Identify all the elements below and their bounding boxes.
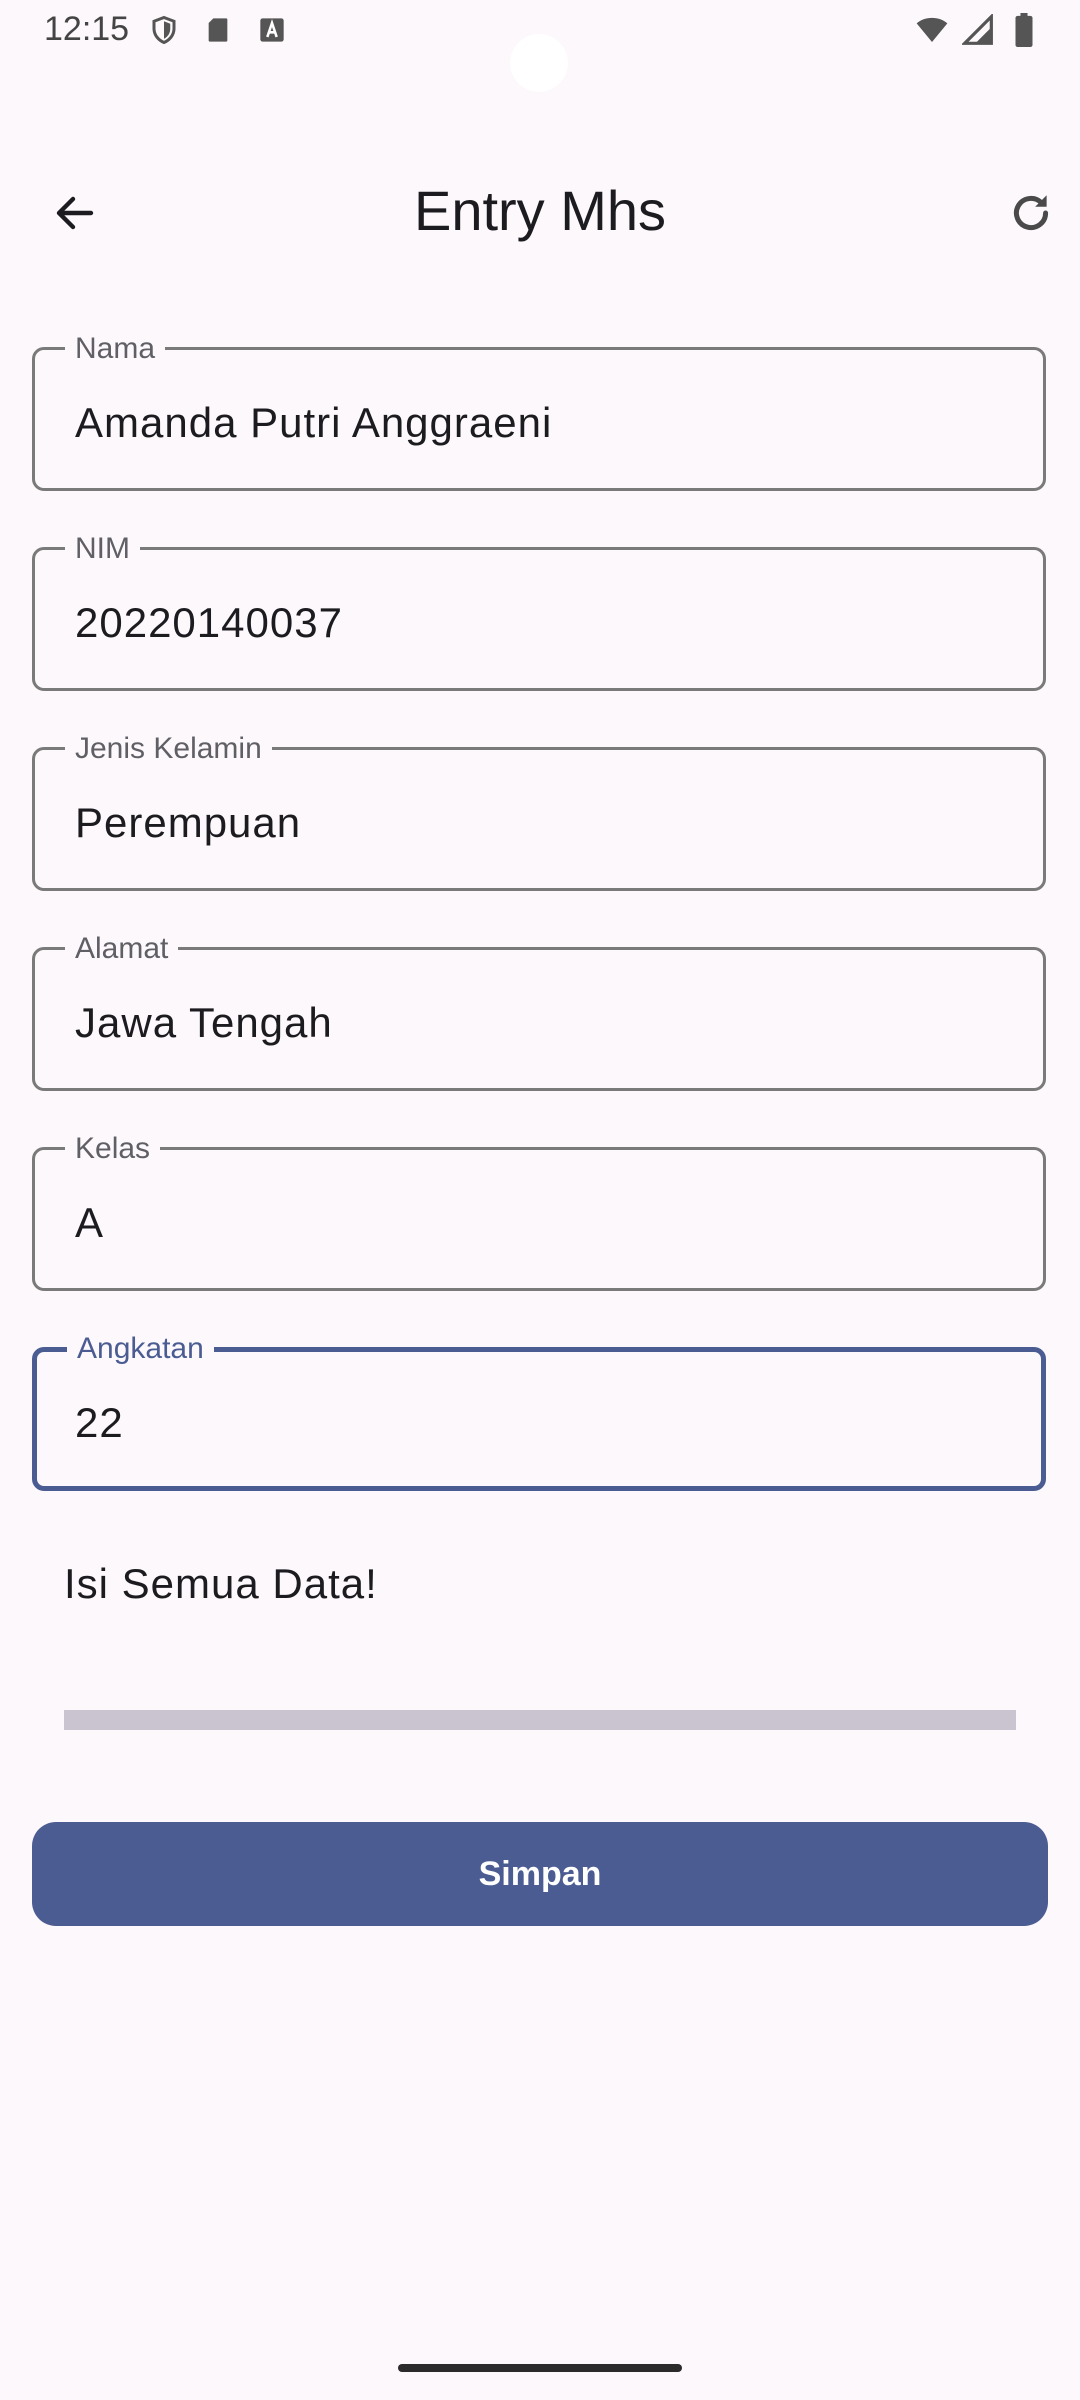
home-indicator[interactable] bbox=[398, 2364, 682, 2372]
alamat-input[interactable] bbox=[75, 996, 1013, 1050]
battery-icon bbox=[1008, 13, 1040, 47]
field-label-kelas: Kelas bbox=[65, 1132, 161, 1166]
sd-card-icon bbox=[202, 14, 234, 46]
angkatan-input[interactable] bbox=[75, 1396, 1011, 1450]
save-button[interactable]: Simpan bbox=[32, 1822, 1048, 1926]
page-title: Entry Mhs bbox=[413, 179, 667, 242]
refresh-icon bbox=[1006, 188, 1056, 243]
nim-input[interactable] bbox=[75, 596, 1013, 650]
field-label-nama: Nama bbox=[65, 332, 166, 366]
shield-icon bbox=[148, 14, 180, 46]
top-app-bar: Entry Mhs bbox=[0, 150, 1080, 270]
progress-bar bbox=[64, 1710, 1016, 1730]
status-bar: 12:15 bbox=[0, 0, 1080, 92]
status-icons-left bbox=[148, 14, 288, 46]
field-label-alamat: Alamat bbox=[65, 932, 179, 966]
camera-cutout bbox=[510, 34, 568, 92]
refresh-button[interactable] bbox=[996, 180, 1066, 250]
wifi-icon bbox=[916, 14, 948, 46]
kelas-input[interactable] bbox=[75, 1196, 1013, 1250]
status-time: 12:15 bbox=[44, 10, 130, 48]
field-alamat[interactable]: Alamat bbox=[32, 932, 1046, 1091]
field-label-nim: NIM bbox=[65, 532, 140, 566]
validation-message: Isi Semua Data! bbox=[64, 1560, 378, 1607]
field-jenis-kelamin[interactable]: Jenis Kelamin bbox=[32, 732, 1046, 891]
cell-signal-icon bbox=[962, 14, 994, 46]
field-nim[interactable]: NIM bbox=[32, 532, 1046, 691]
font-a-icon bbox=[256, 14, 288, 46]
status-icons-right bbox=[916, 13, 1040, 47]
field-label-jenis-kelamin: Jenis Kelamin bbox=[65, 732, 272, 766]
field-angkatan[interactable]: Angkatan bbox=[32, 1332, 1046, 1491]
jenis-kelamin-input[interactable] bbox=[75, 796, 1013, 850]
field-nama[interactable]: Nama bbox=[32, 332, 1046, 491]
field-kelas[interactable]: Kelas bbox=[32, 1132, 1046, 1291]
field-label-angkatan: Angkatan bbox=[67, 1332, 214, 1366]
nama-input[interactable] bbox=[75, 396, 1013, 450]
